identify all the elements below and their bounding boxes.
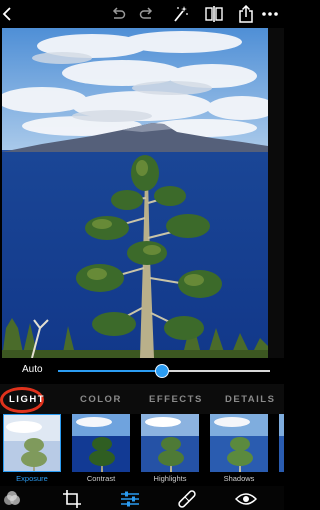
preset-label: Contrast xyxy=(86,474,116,483)
tab-details[interactable]: DETAILS xyxy=(225,394,275,405)
top-toolbar xyxy=(0,0,284,28)
preset-highlights[interactable] xyxy=(141,414,199,472)
redo-icon[interactable] xyxy=(137,3,157,25)
compare-icon[interactable] xyxy=(203,3,225,25)
auto-label[interactable]: Auto xyxy=(22,364,43,375)
preset-thumbnail xyxy=(279,414,284,472)
eye-icon[interactable] xyxy=(233,489,259,509)
preset-partial[interactable] xyxy=(279,414,284,472)
preset-exposure[interactable] xyxy=(3,414,61,472)
chevron-left-icon[interactable] xyxy=(0,3,14,25)
preset-thumbnail xyxy=(141,414,199,472)
share-icon[interactable] xyxy=(236,3,256,25)
preset-label: Highlights xyxy=(153,474,187,483)
category-tabs: LIGHT COLOR EFFECTS DETAILS xyxy=(0,384,284,414)
bottom-toolbar xyxy=(0,486,284,510)
slider-track[interactable] xyxy=(58,364,270,378)
crop-icon[interactable] xyxy=(60,489,84,509)
preset-strip: Exposure Contrast Highlights Shadows xyxy=(0,414,284,486)
tab-light[interactable]: LIGHT xyxy=(9,394,45,405)
adjustments-icon[interactable] xyxy=(118,489,142,509)
preset-thumbnail xyxy=(210,414,268,472)
preset-shadows[interactable] xyxy=(210,414,268,472)
undo-icon[interactable] xyxy=(108,3,128,25)
looks-icon[interactable] xyxy=(0,489,24,509)
adjustment-slider-bar: Auto xyxy=(0,358,284,384)
preset-contrast[interactable] xyxy=(72,414,130,472)
tab-effects[interactable]: EFFECTS xyxy=(149,394,203,405)
canvas-edge xyxy=(268,28,284,358)
slider-fill xyxy=(58,370,162,372)
healing-icon[interactable] xyxy=(175,489,199,509)
preset-label: Shadows xyxy=(223,474,255,483)
magic-wand-icon[interactable] xyxy=(170,3,190,25)
photo-image xyxy=(2,28,268,358)
slider-thumb[interactable] xyxy=(154,364,169,378)
preset-label: Exposure xyxy=(16,474,48,483)
more-icon[interactable] xyxy=(259,3,281,25)
tab-color[interactable]: COLOR xyxy=(80,394,122,405)
photo-canvas[interactable] xyxy=(2,28,268,358)
preset-thumbnail xyxy=(4,415,60,471)
preset-thumbnail xyxy=(72,414,130,472)
